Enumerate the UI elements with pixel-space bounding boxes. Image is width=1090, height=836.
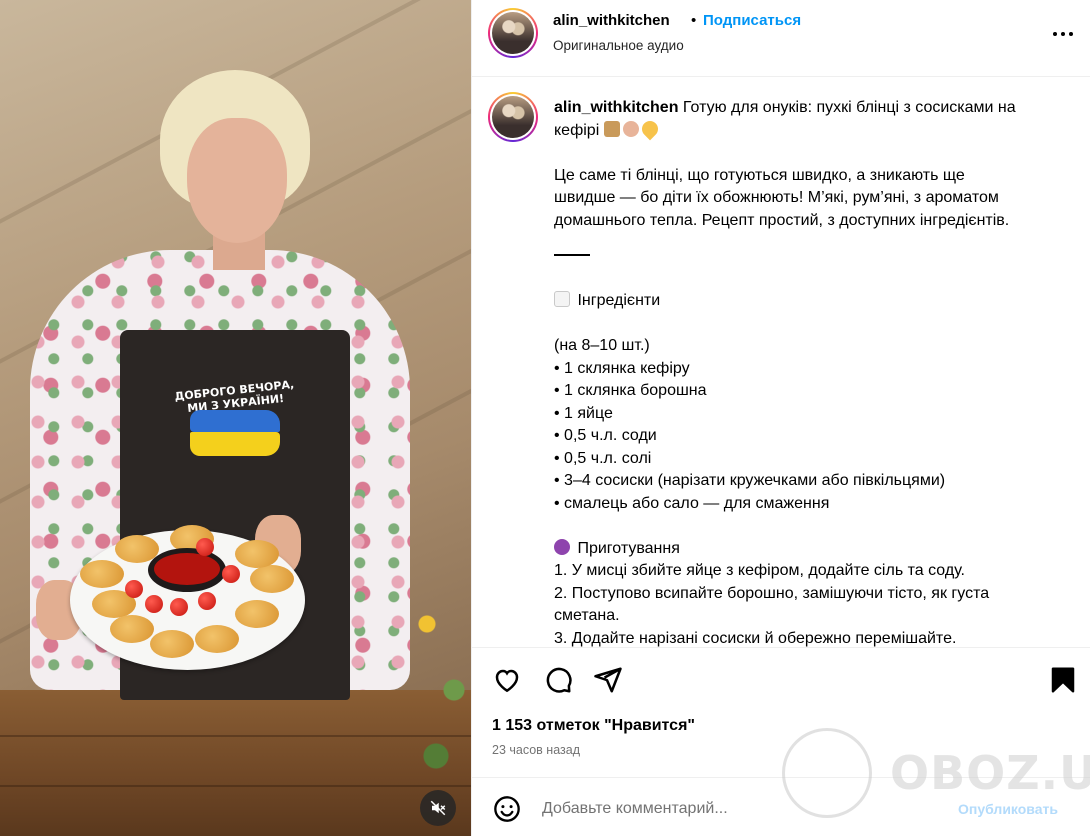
list-item: 1. У мисці збийте яйце з кефіром, додайт… [554, 562, 965, 579]
caption-section: alin_withkitchen Готую для онуків: пухкі… [472, 77, 1090, 647]
more-icon [1053, 32, 1057, 36]
yellow-heart-icon [638, 117, 662, 140]
cherry-tomato [125, 580, 143, 598]
post-video[interactable]: ДОБРОГО ВЕЧОРА, МИ З УКРАЇНИ! [0, 0, 471, 836]
list-item: сметана. [554, 607, 620, 624]
pancake [195, 625, 239, 653]
cherry-tomato [145, 595, 163, 613]
pancake [80, 560, 124, 588]
action-bar: 1 153 отметок "Нравится" 23 часов назад [472, 647, 1090, 777]
pancake [110, 615, 154, 643]
ukraine-map-blue [190, 410, 280, 432]
send-icon[interactable] [593, 665, 623, 695]
comment-bar: Опубликовать [472, 777, 1090, 836]
list-item: • 0,5 ч.л. солі [554, 449, 652, 467]
list-item: • 3–4 сосиски (нарізати кружечками або п… [554, 472, 946, 489]
post-timestamp[interactable]: 23 часов назад [492, 743, 580, 757]
flowers-decor [400, 580, 471, 800]
pancake [235, 540, 279, 568]
list-item: • 1 склянка борошна [554, 382, 707, 399]
ketchup [154, 553, 220, 585]
search-icon [554, 538, 570, 555]
cherry-tomato [222, 565, 240, 583]
list-item: 3. Додайте нарізані сосиски й обережно п… [554, 629, 957, 647]
pancake [250, 565, 294, 593]
follow-button[interactable]: Подписаться [703, 12, 801, 29]
pancake [235, 600, 279, 628]
pancakes-emoji-icon [603, 120, 620, 137]
avatar[interactable] [488, 8, 538, 58]
list-item: • смалець або сало — для смаження [554, 494, 830, 512]
comment-icon[interactable] [543, 665, 573, 695]
likes-count[interactable]: 1 153 отметок "Нравится" [492, 717, 695, 735]
method-heading: Приготування [554, 538, 1064, 561]
cherry-tomato [198, 592, 216, 610]
muted-speaker-icon [430, 800, 446, 816]
person-face [187, 118, 287, 243]
author-username[interactable]: alin_withkitchen [553, 12, 670, 29]
bookmark-icon[interactable] [1048, 665, 1078, 695]
list-item: 2. Поступово всипайте борошно, замішуючи… [554, 584, 990, 602]
heart-icon[interactable] [492, 665, 522, 695]
method-section: Приготування 1. У мисці збийте яйце з ке… [554, 538, 1064, 648]
grandma-emoji-icon [622, 120, 639, 137]
caption-intro: Це саме ті блінці, що готуються швидко, … [554, 166, 1010, 229]
post-panel: alin_withkitchen • Подписаться Оригиналь… [471, 0, 1090, 836]
caption-username[interactable]: alin_withkitchen [554, 99, 678, 116]
list-item: • 0,5 ч.л. соди [554, 427, 657, 444]
comment-input[interactable] [542, 796, 942, 822]
cherry-tomato [196, 538, 214, 556]
smile-icon[interactable] [493, 795, 521, 823]
memo-icon [554, 291, 570, 307]
more-options-button[interactable] [1051, 30, 1075, 38]
pancake [150, 630, 194, 658]
list-item: (на 8–10 шт.) [554, 337, 650, 354]
cherry-tomato [170, 598, 188, 616]
divider [554, 254, 590, 256]
ukraine-map-yellow [190, 432, 280, 456]
mute-button[interactable] [420, 790, 456, 826]
ingredients-heading: Інгредієнти [554, 290, 1064, 313]
list-item: • 1 склянка кефіру [554, 359, 690, 377]
post-header: alin_withkitchen • Подписаться Оригиналь… [472, 0, 1090, 77]
caption-text: alin_withkitchen Готую для онуків: пухкі… [554, 97, 1064, 647]
post-comment-button[interactable]: Опубликовать [958, 801, 1058, 817]
caption-avatar[interactable] [488, 92, 538, 142]
list-item: • 1 яйце [554, 404, 613, 422]
audio-label[interactable]: Оригинальное аудио [553, 38, 684, 53]
separator-dot: • [691, 12, 697, 29]
ingredients-list: (на 8–10 шт.) • 1 склянка кефіру • 1 скл… [554, 335, 1064, 515]
